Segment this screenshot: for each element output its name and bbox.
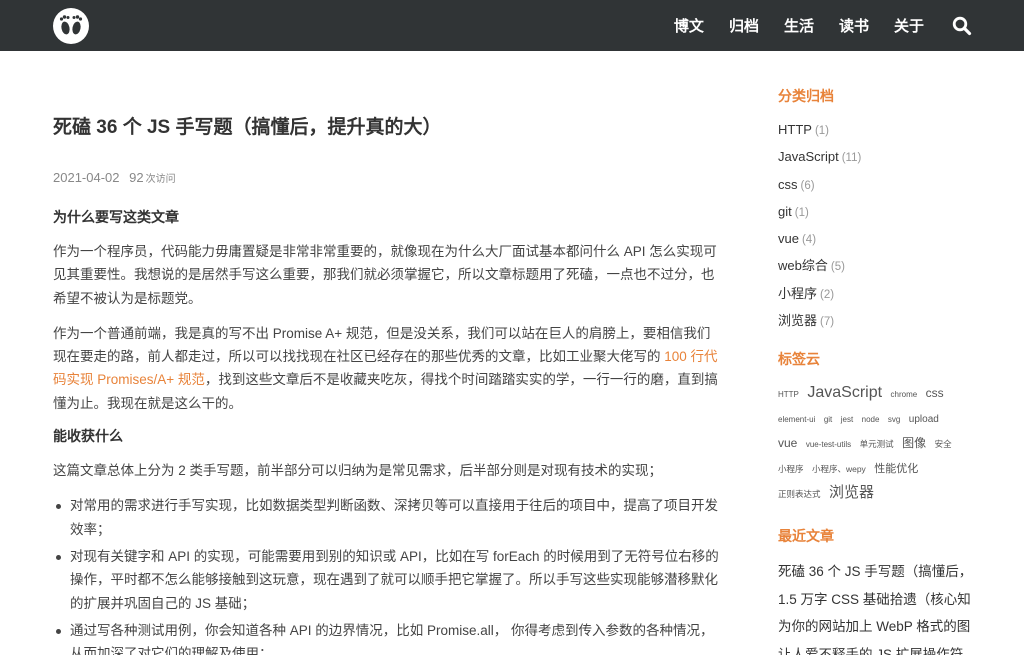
list-item: 对常用的需求进行手写实现，比如数据类型判断函数、深拷贝等可以直接用于往后的项目中…	[53, 494, 721, 541]
tag-link[interactable]: 小程序	[778, 458, 804, 481]
category-count: (7)	[820, 316, 835, 329]
category-name: 浏览器	[778, 313, 818, 329]
footprints-logo-icon[interactable]	[53, 8, 89, 44]
tag-link[interactable]: vue-test-utils	[806, 433, 851, 456]
main-nav: 博文 归档 生活 读书 关于	[649, 0, 972, 51]
tag-link[interactable]: JavaScript	[807, 381, 882, 404]
category-list: HTTP (1) JavaScript (11) css (6) git (1) vue…	[778, 117, 978, 335]
benefit-list: 对常用的需求进行手写实现，比如数据类型判断函数、深拷贝等可以直接用于往后的项目中…	[53, 494, 721, 655]
paragraph-2-text-before: 作为一个普通前端，我是真的写不出 Promise A+ 规范，但是没关系，我们可…	[53, 325, 711, 365]
category-name: vue	[778, 231, 799, 247]
category-count: (11)	[841, 152, 862, 165]
category-count: (1)	[814, 125, 830, 137]
recent-post-link[interactable]: 为你的网站加上 WebP 格式的图	[778, 613, 978, 641]
paragraph-2: 作为一个普通前端，我是真的写不出 Promise A+ 规范，但是没关系，我们可…	[53, 322, 721, 415]
tag-link[interactable]: css	[926, 382, 944, 405]
tag-link[interactable]: HTTP	[778, 383, 799, 406]
nav-item-life[interactable]: 生活	[784, 15, 814, 36]
tag-link[interactable]: 小程序、wepy	[812, 458, 866, 481]
article-meta: 2021-04-02 92 次访问	[53, 170, 721, 188]
category-count: (6)	[800, 179, 815, 192]
category-item[interactable]: vue (4)	[778, 226, 978, 253]
tag-cloud-heading: 标签云	[778, 351, 820, 368]
sidebar: 分类归档 HTTP (1) JavaScript (11) css (6) git (1…	[778, 51, 978, 655]
article-title: 死磕 36 个 JS 手写题（搞懂后，提升真的大）	[53, 117, 442, 138]
category-count: (1)	[794, 206, 809, 219]
tag-link[interactable]: vue	[778, 432, 797, 455]
article-view-count: 92	[129, 170, 144, 185]
list-item: 对现有关键字和 API 的实现，可能需要用到别的知识或 API，比如在写 for…	[53, 545, 721, 615]
search-icon[interactable]	[952, 16, 972, 36]
nav-item-reading[interactable]: 读书	[839, 15, 869, 36]
section-heading-why: 为什么要写这类文章	[53, 209, 179, 225]
paragraph-1: 作为一个程序员，代码能力毋庸置疑是非常非常重要的，就像现在为什么大厂面试基本都问…	[53, 244, 717, 306]
category-item[interactable]: 小程序 (2)	[778, 281, 978, 308]
recent-post-link[interactable]: 死磕 36 个 JS 手写题（搞懂后，	[778, 558, 978, 586]
tag-link[interactable]: element-ui	[778, 408, 815, 431]
recent-post-link[interactable]: 1.5 万字 CSS 基础拾遗（核心知	[778, 586, 978, 614]
nav-item-about[interactable]: 关于	[894, 15, 924, 36]
categories-heading: 分类归档	[778, 88, 834, 104]
category-item[interactable]: css (6)	[778, 172, 978, 199]
article-view-unit: 次访问	[145, 174, 176, 185]
tag-link[interactable]: 浏览器	[829, 481, 874, 504]
category-name: css	[778, 176, 798, 192]
tag-link[interactable]: 性能优化	[874, 458, 918, 481]
tag-link[interactable]: node	[862, 408, 880, 431]
article-date: 2021-04-02	[53, 170, 120, 185]
category-item[interactable]: HTTP (1)	[778, 117, 978, 144]
category-name: web综合	[778, 258, 828, 274]
category-name: git	[778, 203, 792, 219]
category-item[interactable]: web综合 (5)	[778, 253, 978, 280]
tag-link[interactable]: upload	[909, 408, 939, 431]
footprints-logo-icon-svg	[59, 15, 83, 35]
category-item[interactable]: 浏览器 (7)	[778, 308, 978, 335]
list-item: 通过写各种测试用例，你会知道各种 API 的边界情况，比如 Promise.al…	[53, 619, 721, 655]
top-nav-bar: 博文 归档 生活 读书 关于	[0, 0, 1024, 51]
category-count: (4)	[801, 234, 817, 247]
recent-posts-list: 死磕 36 个 JS 手写题（搞懂后， 1.5 万字 CSS 基础拾遗（核心知 …	[778, 558, 978, 655]
category-item[interactable]: git (1)	[778, 199, 978, 226]
nav-item-posts[interactable]: 博文	[674, 15, 704, 36]
article: 死磕 36 个 JS 手写题（搞懂后，提升真的大） 2021-04-02 92 次…	[53, 51, 721, 655]
category-item[interactable]: JavaScript (11)	[778, 144, 978, 171]
tag-link[interactable]: jest	[841, 408, 853, 431]
tag-cloud: HTTP JavaScript chrome css element-ui gi…	[778, 381, 968, 506]
tag-link[interactable]: 图像	[902, 432, 926, 455]
category-count: (2)	[820, 288, 835, 301]
paragraph-3: 这篇文章总体上分为 2 类手写题，前半部分可以归纳为是常见需求，后半部分则是对现…	[53, 463, 663, 479]
recent-posts-heading: 最近文章	[778, 528, 834, 545]
category-name: JavaScript	[778, 149, 839, 165]
tag-link[interactable]: 单元测试	[860, 433, 894, 456]
recent-post-link[interactable]: 让人爱不释手的 JS 扩展操作符	[778, 641, 978, 655]
tag-link[interactable]: 安全	[935, 433, 952, 456]
tag-link[interactable]: svg	[888, 408, 900, 431]
section-heading-gain: 能收获什么	[53, 428, 123, 445]
category-name: 小程序	[778, 285, 818, 301]
category-name: HTTP	[778, 122, 812, 137]
tag-link[interactable]: 正则表达式	[778, 483, 821, 506]
category-count: (5)	[830, 261, 845, 274]
tag-link[interactable]: chrome	[891, 383, 918, 406]
nav-item-archive[interactable]: 归档	[729, 15, 759, 36]
tag-link[interactable]: git	[824, 408, 832, 431]
